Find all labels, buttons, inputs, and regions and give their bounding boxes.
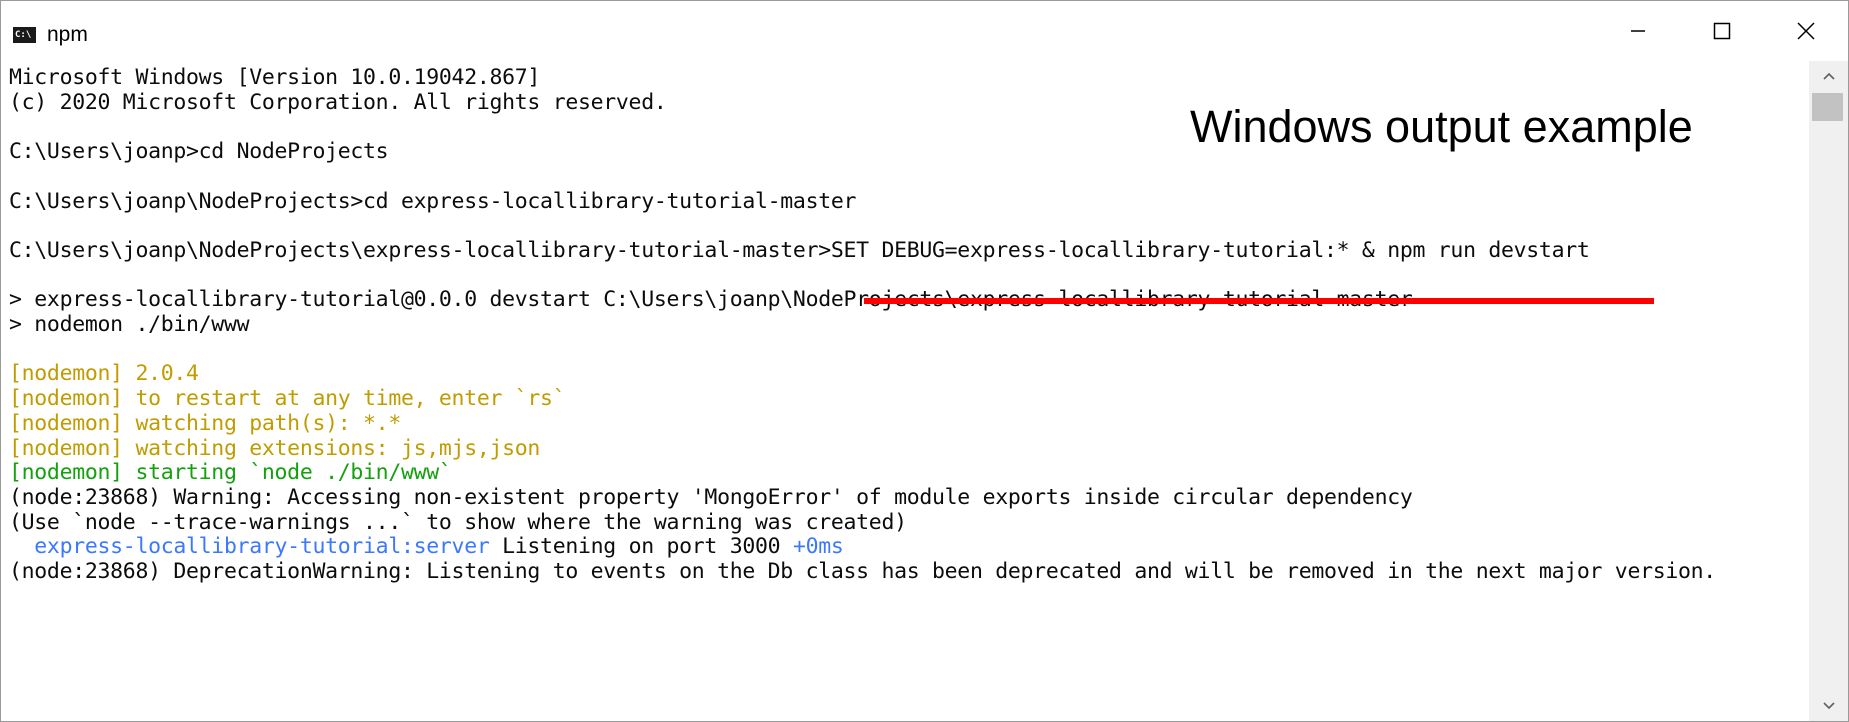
- console-line: > nodemon ./bin/www: [9, 312, 250, 338]
- scroll-down-button[interactable]: [1809, 693, 1848, 719]
- console-line: C:\Users\joanp\NodeProjects>cd express-l…: [9, 189, 856, 215]
- command-underline: [864, 298, 1654, 304]
- console-text-segment: [nodemon] watching extensions: js,mjs,js…: [9, 435, 541, 461]
- console-line: C:\Users\joanp\NodeProjects\express-loca…: [9, 238, 1590, 264]
- console-line: (node:23868) DeprecationWarning: Listeni…: [9, 559, 1716, 585]
- console-line: C:\Users\joanp>cd NodeProjects: [9, 139, 389, 165]
- maximize-icon: [1713, 22, 1731, 40]
- console-text-segment: (Use `node --trace-warnings ...` to show…: [9, 509, 907, 535]
- scrollbar-thumb[interactable]: [1812, 93, 1843, 121]
- console-text-segment: C:\Users\joanp\NodeProjects>cd express-l…: [9, 188, 857, 214]
- console-window: C:\ npm Microsoft Windows [Version 10.0.…: [0, 0, 1849, 722]
- console-text-segment: C:\Users\joanp\NodeProjects\express-loca…: [9, 237, 1590, 263]
- console-text-segment: [nodemon] watching path(s): *.*: [9, 410, 401, 436]
- console-line: (Use `node --trace-warnings ...` to show…: [9, 510, 907, 536]
- chevron-down-icon: [1822, 702, 1835, 710]
- console-line: (node:23868) Warning: Accessing non-exis…: [9, 485, 1413, 511]
- window-title: npm: [47, 23, 88, 46]
- console-text-segment: +0ms: [792, 534, 844, 560]
- title-bar[interactable]: C:\ npm: [1, 1, 1848, 61]
- console-text-segment: C:\Users\joanp>cd NodeProjects: [9, 139, 389, 165]
- console-text-segment: Microsoft Windows [Version 10.0.19042.86…: [9, 65, 541, 90]
- scroll-up-button[interactable]: [1809, 63, 1848, 89]
- console-text-segment: (c) 2020 Microsoft Corporation. All righ…: [9, 89, 667, 115]
- minimize-icon: [1631, 30, 1645, 32]
- console-text-segment: [nodemon] starting `node ./bin/www`: [9, 460, 452, 486]
- console-line: [nodemon] watching path(s): *.*: [9, 411, 401, 437]
- console-line: [nodemon] starting `node ./bin/www`: [9, 460, 452, 486]
- console-line: [nodemon] to restart at any time, enter …: [9, 386, 566, 412]
- console-line: [nodemon] watching extensions: js,mjs,js…: [9, 436, 540, 462]
- console-text-segment: [nodemon] 2.0.4: [9, 361, 199, 387]
- console-line: [nodemon] 2.0.4: [9, 361, 199, 387]
- console-line: (c) 2020 Microsoft Corporation. All righ…: [9, 90, 667, 116]
- console-icon: C:\: [13, 27, 36, 43]
- console-line: Microsoft Windows [Version 10.0.19042.86…: [9, 65, 540, 91]
- console-line: express-locallibrary-tutorial:server Lis…: [9, 534, 844, 560]
- console-output[interactable]: Microsoft Windows [Version 10.0.19042.86…: [1, 61, 1809, 721]
- console-text-segment: [nodemon] to restart at any time, enter …: [9, 386, 566, 412]
- console-text-segment: express-locallibrary-tutorial:server: [9, 534, 490, 560]
- minimize-button[interactable]: [1603, 1, 1673, 61]
- console-text-segment: > nodemon ./bin/www: [9, 312, 250, 337]
- console-text-segment: Listening on port 3000: [489, 534, 793, 560]
- chevron-up-icon: [1822, 72, 1835, 80]
- annotation-label: Windows output example: [1190, 101, 1693, 152]
- console-text-segment: (node:23868) Warning: Accessing non-exis…: [9, 484, 1413, 510]
- vertical-scrollbar[interactable]: [1809, 61, 1848, 721]
- close-icon: [1797, 22, 1815, 40]
- close-button[interactable]: [1771, 1, 1841, 61]
- console-text-segment: (node:23868) DeprecationWarning: Listeni…: [9, 559, 1716, 584]
- maximize-button[interactable]: [1687, 1, 1757, 61]
